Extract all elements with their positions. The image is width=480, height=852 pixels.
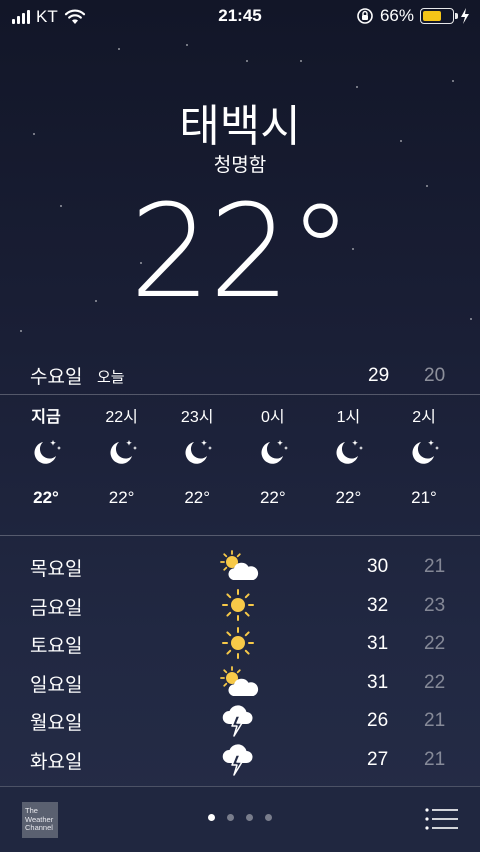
sunny-icon: [216, 626, 260, 660]
day-name: 일요일: [30, 674, 83, 696]
today-summary: 수요일 오늘 29 20: [0, 362, 480, 392]
hour-label: 0시: [260, 409, 285, 426]
day-name: 목요일: [30, 559, 83, 580]
partly-sunny-icon: [216, 665, 260, 699]
moon-stars-icon: [159, 428, 235, 476]
hour-label: 23시: [180, 409, 214, 426]
day-low: 21: [424, 710, 446, 731]
page-dot[interactable]: [246, 814, 253, 821]
hourly-item: 23시 22°: [159, 398, 235, 508]
day-name: 월요일: [30, 713, 83, 734]
hourly-item: 1시 22°: [310, 398, 386, 508]
today-day-name: 수요일: [30, 367, 83, 388]
thunderstorm-icon: [216, 742, 260, 776]
battery-percent: 66%: [379, 6, 414, 25]
current-condition: 청명함: [213, 155, 267, 176]
page-dot[interactable]: [227, 814, 234, 821]
hour-label: 1시: [336, 409, 361, 426]
sunny-icon: [216, 588, 260, 622]
hour-temperature: 21°: [411, 488, 437, 507]
today-label: 오늘: [97, 369, 125, 386]
status-bar: KT 21:45 66%: [0, 0, 480, 34]
moon-stars-icon: [84, 428, 160, 476]
moon-stars-icon: [8, 428, 84, 476]
thunderstorm-icon: [216, 703, 260, 737]
day-high: 27: [367, 748, 389, 770]
hour-label: 지금: [31, 409, 61, 426]
page-dot[interactable]: [208, 814, 215, 821]
day-high: 32: [367, 594, 389, 616]
city-name: 태백시: [179, 102, 301, 151]
divider: [0, 535, 480, 536]
day-name: 화요일: [30, 751, 83, 773]
hour-temperature: 22°: [33, 488, 59, 507]
day-high: 31: [367, 633, 389, 654]
current-temperature: 22°: [129, 178, 353, 327]
divider: [0, 394, 480, 395]
day-low: 22: [424, 671, 446, 693]
hour-label: 2시: [412, 409, 436, 426]
hour-temperature: 22°: [184, 488, 211, 507]
day-high: 30: [367, 556, 389, 577]
daily-row: 일요일 31 22: [0, 664, 480, 703]
day-low: 22: [424, 633, 446, 654]
partly-sunny-icon: [216, 549, 260, 583]
hourly-item: 2시 21°: [386, 398, 462, 508]
daily-row: 월요일 26 21: [0, 702, 480, 741]
page-dot[interactable]: [265, 814, 272, 821]
day-low: 21: [424, 556, 446, 577]
charging-bolt-icon: [461, 8, 469, 24]
moon-stars-icon: [386, 428, 462, 476]
daily-row: 화요일 27 21: [0, 741, 480, 780]
hour-label: 22시: [105, 409, 138, 426]
daily-row: 목요일 30 21: [0, 548, 480, 587]
day-name: 금요일: [30, 597, 83, 619]
battery-icon: [420, 8, 458, 24]
hourly-item: 0시 22°: [235, 398, 311, 508]
daily-forecast[interactable]: 목요일 30 21 금요일 32 23 토요일 31 22 일요일 31 22 월요일 26 21 화요일 27…: [0, 548, 480, 779]
hourly-item: 22시 22°: [84, 398, 160, 508]
day-high: 26: [367, 710, 389, 731]
day-high: 31: [367, 671, 389, 693]
bottom-toolbar: The Weather Channel: [0, 786, 480, 852]
hour-temperature: 22°: [335, 488, 362, 507]
hourly-item: 지금 22°: [8, 398, 84, 508]
today-high: 29: [368, 365, 390, 386]
moon-stars-icon: [310, 428, 386, 476]
day-low: 21: [424, 748, 446, 770]
hour-temperature: 22°: [259, 488, 286, 507]
hour-temperature: 22°: [108, 488, 135, 507]
moon-stars-icon: [235, 428, 311, 476]
page-indicator[interactable]: [0, 814, 480, 821]
city-list-icon[interactable]: [424, 807, 458, 831]
day-low: 23: [424, 594, 446, 616]
logo-text: Channel: [25, 823, 53, 833]
orientation-lock-icon: [357, 8, 373, 24]
daily-row: 토요일 31 22: [0, 625, 480, 664]
daily-row: 금요일 32 23: [0, 587, 480, 626]
today-low: 20: [424, 365, 446, 386]
hourly-forecast[interactable]: 지금 22° 22시 22° 23시 22° 0시 22° 1시 22° 2시 21°: [0, 398, 480, 534]
day-name: 토요일: [30, 636, 83, 657]
